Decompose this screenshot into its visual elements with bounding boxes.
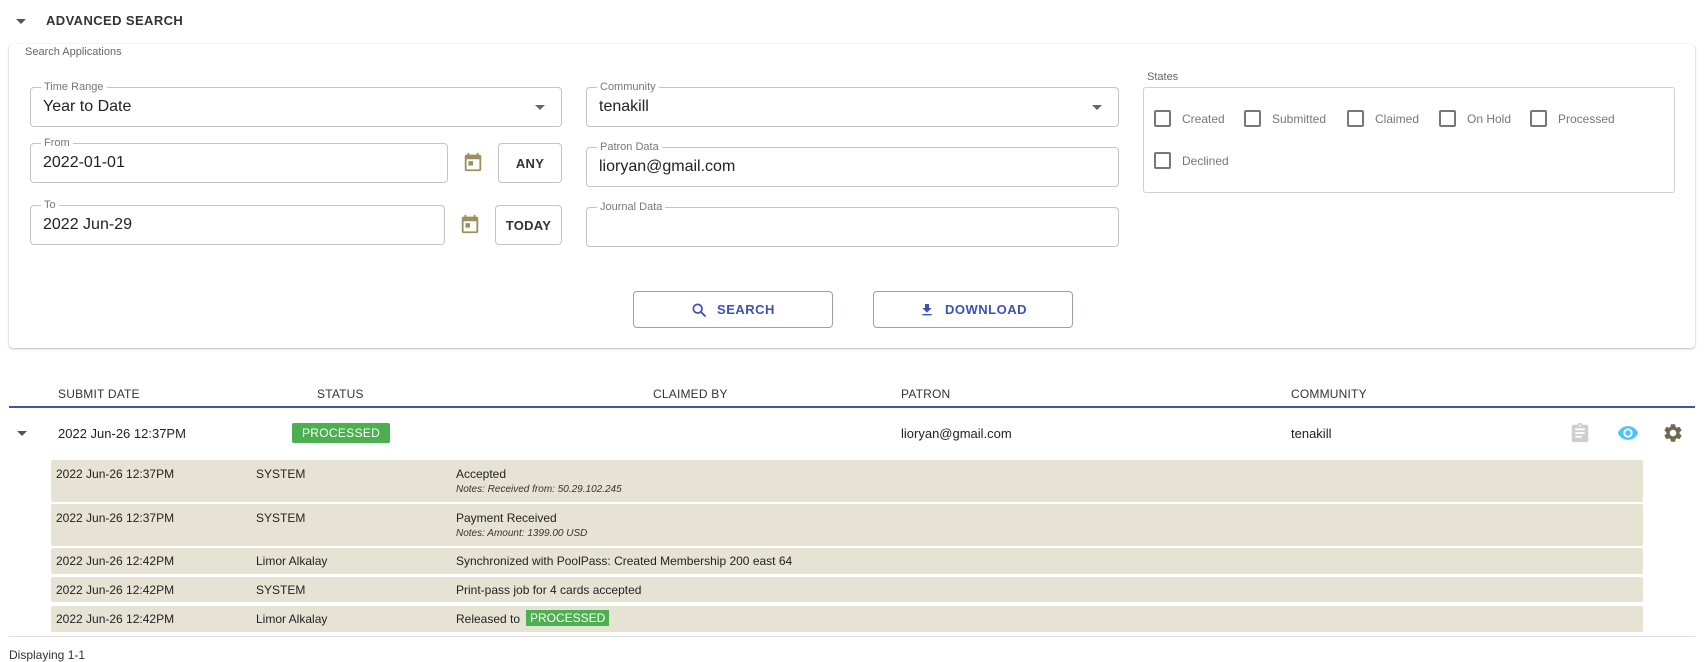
chevron-down-icon xyxy=(1092,105,1102,110)
journal-text: Payment Received xyxy=(456,511,557,525)
clipboard-icon[interactable] xyxy=(1569,422,1591,444)
community-value: tenakill xyxy=(599,98,649,115)
state-declined-checkbox[interactable]: Declined xyxy=(1154,152,1229,169)
download-button[interactable]: DOWNLOAD xyxy=(873,291,1073,328)
journal-date: 2022 Jun-26 12:42PM xyxy=(56,583,175,597)
download-button-label: DOWNLOAD xyxy=(945,302,1027,317)
chevron-down-icon xyxy=(535,105,545,110)
column-submit-date[interactable]: SUBMIT DATE xyxy=(58,387,140,401)
to-label: To xyxy=(41,198,59,212)
journal-date: 2022 Jun-26 12:42PM xyxy=(56,612,175,626)
state-on-hold-checkbox[interactable]: On Hold xyxy=(1439,110,1511,127)
checkbox-icon[interactable] xyxy=(1154,152,1171,169)
processed-inline-badge: PROCESSED xyxy=(526,610,610,626)
row-expand-caret-icon[interactable] xyxy=(17,431,27,436)
journal-date: 2022 Jun-26 12:37PM xyxy=(56,467,175,481)
state-claimed-checkbox[interactable]: Claimed xyxy=(1347,110,1419,127)
patron-data-value: lioryan@gmail.com xyxy=(599,158,736,175)
search-icon xyxy=(692,302,706,317)
checkbox-icon[interactable] xyxy=(1530,110,1547,127)
journal-actor: SYSTEM xyxy=(256,583,306,597)
journal-row: 2022 Jun-26 12:42PM Limor Alkalay Releas… xyxy=(51,606,1643,632)
journal-text: Released to xyxy=(456,612,521,626)
column-claimed-by[interactable]: CLAIMED BY xyxy=(653,387,728,401)
to-date-field[interactable]: To 2022 Jun-29 xyxy=(30,198,445,245)
to-value: 2022 Jun-29 xyxy=(43,216,132,233)
from-label: From xyxy=(41,136,73,150)
checkbox-icon[interactable] xyxy=(1439,110,1456,127)
community-label: Community xyxy=(597,80,659,94)
journal-note: Notes: Received from: 50.29.102.245 xyxy=(456,484,622,495)
journal-actor: SYSTEM xyxy=(256,467,306,481)
journal-text: Print-pass job for 4 cards accepted xyxy=(456,583,642,597)
states-title: States xyxy=(1147,71,1179,83)
journal-actor: Limor Alkalay xyxy=(256,554,328,568)
state-label: Created xyxy=(1182,111,1225,126)
states-group: Created Submitted Claimed On Hold Proces… xyxy=(1143,87,1675,193)
from-value: 2022-01-01 xyxy=(43,154,125,171)
journal-data-label: Journal Data xyxy=(597,200,666,214)
state-label: Submitted xyxy=(1272,111,1327,126)
row-community: tenakill xyxy=(1291,426,1332,441)
time-range-value: Year to Date xyxy=(43,98,132,115)
calendar-icon[interactable] xyxy=(459,213,481,235)
state-submitted-checkbox[interactable]: Submitted xyxy=(1244,110,1326,127)
status-badge: PROCESSED xyxy=(292,423,391,443)
today-button[interactable]: TODAY xyxy=(495,205,562,245)
calendar-icon[interactable] xyxy=(462,151,484,173)
collapse-caret-icon[interactable] xyxy=(16,19,26,24)
journal-row: 2022 Jun-26 12:42PM SYSTEM Print-pass jo… xyxy=(51,577,1643,602)
column-patron[interactable]: PATRON xyxy=(901,387,950,401)
time-range-select[interactable]: Time Range Year to Date xyxy=(30,80,562,127)
checkbox-icon[interactable] xyxy=(1347,110,1364,127)
journal-actor: Limor Alkalay xyxy=(256,612,328,626)
advanced-search-title: ADVANCED SEARCH xyxy=(46,13,184,28)
journal-note: Notes: Amount: 1399.00 USD xyxy=(456,528,588,539)
state-created-checkbox[interactable]: Created xyxy=(1154,110,1225,127)
column-community[interactable]: COMMUNITY xyxy=(1291,387,1367,401)
journal-row: 2022 Jun-26 12:37PM SYSTEM Payment Recei… xyxy=(51,504,1643,546)
journal-text: Synchronized with PoolPass: Created Memb… xyxy=(456,554,793,568)
journal-date: 2022 Jun-26 12:37PM xyxy=(56,511,175,525)
checkbox-icon[interactable] xyxy=(1154,110,1171,127)
state-processed-checkbox[interactable]: Processed xyxy=(1530,110,1615,127)
column-status[interactable]: STATUS xyxy=(317,387,364,401)
any-button[interactable]: ANY xyxy=(498,143,562,183)
panel-title: Search Applications xyxy=(25,46,122,58)
table-header-divider xyxy=(9,406,1695,408)
table-footer-divider xyxy=(9,636,1695,637)
journal-data-input[interactable]: Journal Data xyxy=(586,200,1119,247)
journal-date: 2022 Jun-26 12:42PM xyxy=(56,554,175,568)
journal-row: 2022 Jun-26 12:37PM SYSTEM Accepted Note… xyxy=(51,460,1643,502)
patron-data-label: Patron Data xyxy=(597,140,662,154)
journal-text: Accepted xyxy=(456,467,507,481)
pagination-summary: Displaying 1-1 xyxy=(9,648,86,662)
patron-data-input[interactable]: Patron Data lioryan@gmail.com xyxy=(586,140,1119,187)
journal-actor: SYSTEM xyxy=(256,511,306,525)
eye-icon[interactable] xyxy=(1616,422,1640,444)
state-label: On Hold xyxy=(1467,111,1512,126)
advanced-search-header[interactable]: ADVANCED SEARCH xyxy=(0,0,1704,42)
download-icon xyxy=(922,303,932,315)
row-patron: lioryan@gmail.com xyxy=(901,426,1012,441)
from-date-field[interactable]: From 2022-01-01 xyxy=(30,136,448,183)
time-range-label: Time Range xyxy=(41,80,107,94)
gear-icon[interactable] xyxy=(1662,422,1684,444)
state-label: Declined xyxy=(1182,153,1229,168)
search-button-label: SEARCH xyxy=(717,302,775,317)
journal-row: 2022 Jun-26 12:42PM Limor Alkalay Synchr… xyxy=(51,548,1643,574)
search-button[interactable]: SEARCH xyxy=(633,291,833,328)
checkbox-icon[interactable] xyxy=(1244,110,1261,127)
state-label: Processed xyxy=(1558,111,1615,126)
community-select[interactable]: Community tenakill xyxy=(586,80,1119,127)
state-label: Claimed xyxy=(1375,111,1420,126)
row-submit-date: 2022 Jun-26 12:37PM xyxy=(58,426,186,441)
